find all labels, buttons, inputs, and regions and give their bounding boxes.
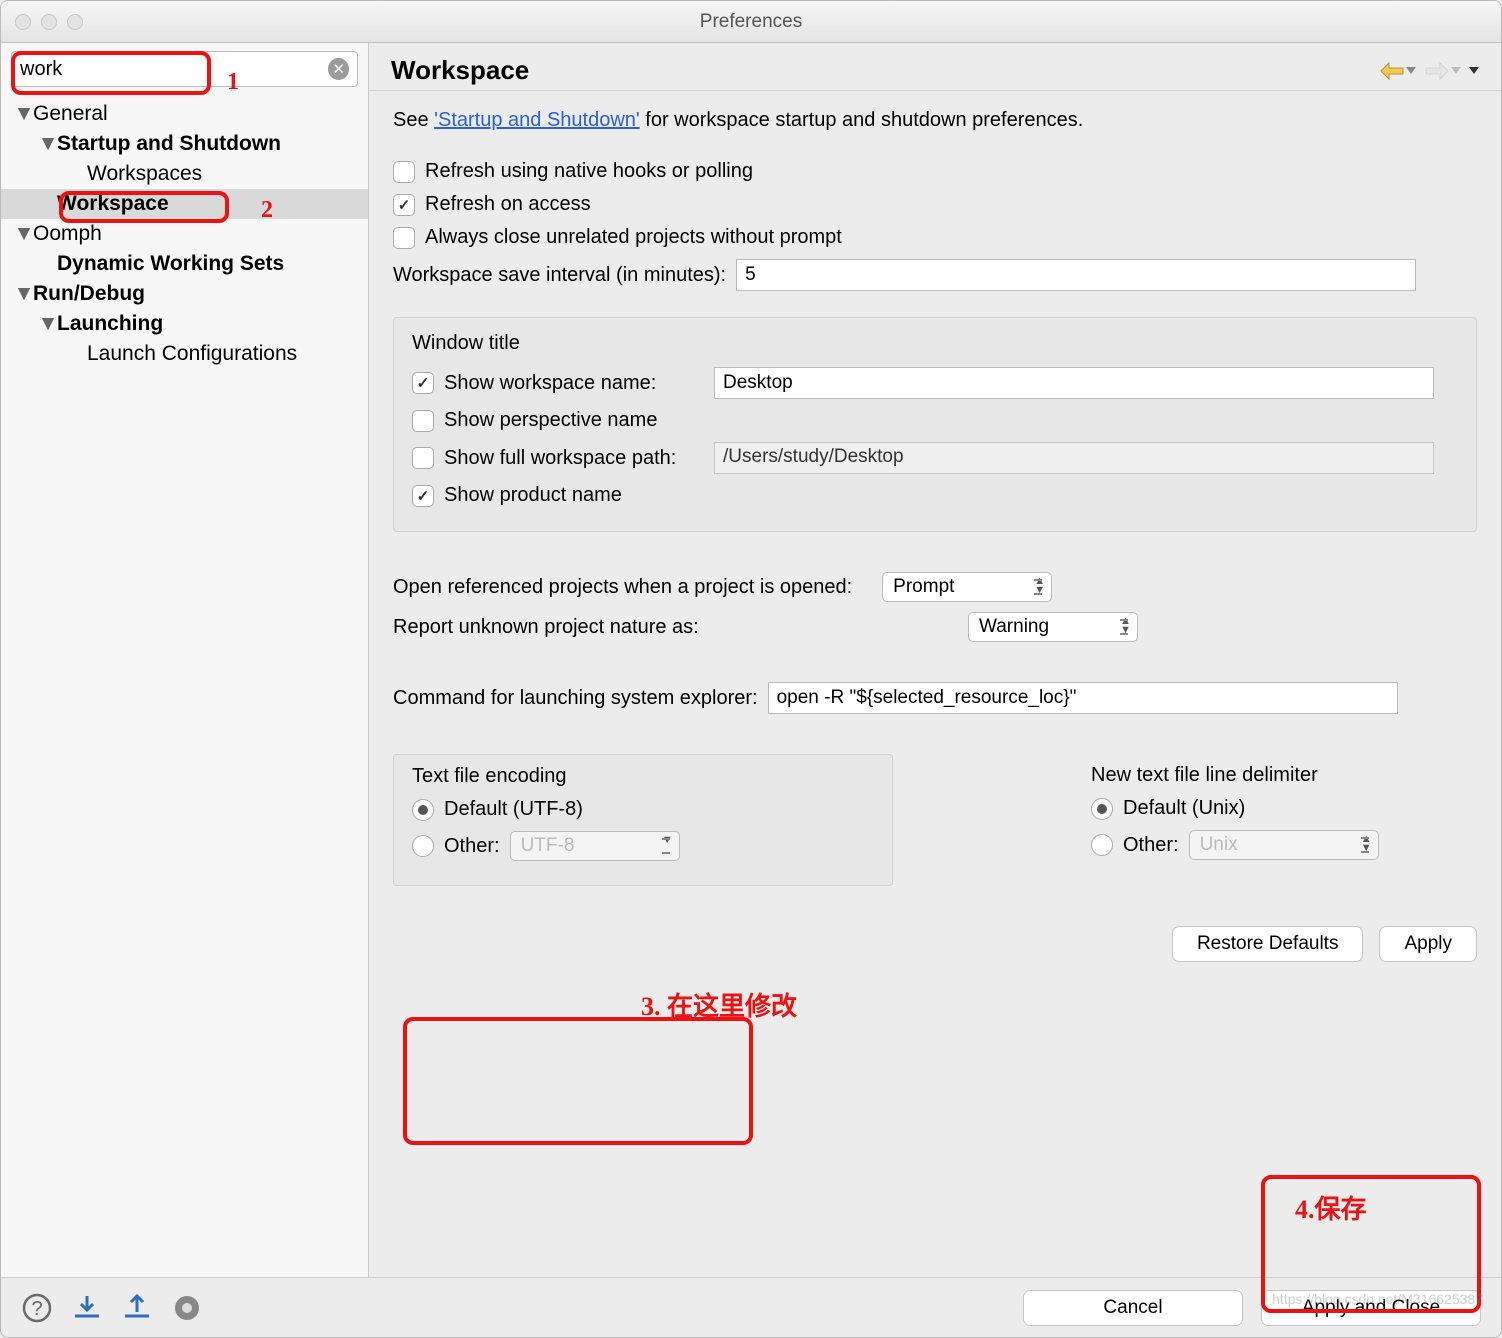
tree-item-dynamic-working-sets[interactable]: Dynamic Working Sets (1, 249, 368, 279)
report-unknown-label: Report unknown project nature as: (393, 616, 938, 639)
arrow-right-icon (1424, 61, 1450, 81)
show-product-name-checkbox[interactable] (412, 485, 434, 507)
show-workspace-name-checkbox[interactable] (412, 372, 434, 394)
view-menu-icon[interactable] (1469, 67, 1479, 74)
window-title-legend: Window title (412, 332, 1458, 355)
encoding-group: Text file encoding Default (UTF-8) Other… (393, 754, 893, 886)
close-unrelated-label: Always close unrelated projects without … (425, 226, 842, 249)
oomph-icon[interactable] (171, 1292, 203, 1324)
close-window-icon[interactable] (15, 14, 31, 30)
export-icon[interactable] (121, 1292, 153, 1324)
save-interval-label: Workspace save interval (in minutes): (393, 264, 726, 287)
tree-item-run-debug[interactable]: ▼ Run/Debug (1, 279, 368, 309)
updown-icon: ▲▼ (1120, 617, 1131, 635)
preferences-window: Preferences ✕ ▼ General ▼ Startup and Sh… (0, 0, 1502, 1338)
clear-search-icon[interactable]: ✕ (328, 58, 349, 80)
search-input[interactable] (20, 58, 328, 81)
tree-item-launching[interactable]: ▼ Launching (1, 309, 368, 339)
window-controls (15, 14, 83, 30)
dropdown-icon (1451, 67, 1461, 74)
delimiter-group: New text file line delimiter Default (Un… (1073, 754, 1493, 886)
page-title: Workspace (391, 55, 529, 86)
delimiter-default-label: Default (Unix) (1123, 797, 1245, 820)
show-product-name-label: Show product name (444, 484, 704, 507)
full-path-display: /Users/study/Desktop (714, 442, 1434, 474)
show-perspective-name-label: Show perspective name (444, 409, 704, 432)
refresh-access-label: Refresh on access (425, 193, 591, 216)
startup-shutdown-link[interactable]: 'Startup and Shutdown' (434, 109, 640, 131)
open-referenced-label: Open referenced projects when a project … (393, 576, 852, 599)
close-unrelated-checkbox[interactable] (393, 227, 415, 249)
chevron-down-icon: ▼ (39, 312, 57, 336)
search-container: ✕ (11, 51, 358, 87)
back-button[interactable] (1379, 61, 1416, 81)
content-pane: Workspace See 'Startup and Shutdown' for (369, 43, 1501, 1277)
delimiter-legend: New text file line delimiter (1091, 764, 1475, 787)
sidebar: ✕ ▼ General ▼ Startup and Shutdown Works… (1, 43, 369, 1277)
dropdown-icon (1406, 67, 1416, 74)
chevron-down-icon: ▼ (15, 222, 33, 246)
delimiter-default-radio[interactable] (1091, 798, 1113, 820)
arrow-left-icon (1379, 61, 1405, 81)
updown-icon: ▼ (662, 836, 673, 845)
encoding-other-radio[interactable] (412, 835, 434, 857)
encoding-legend: Text file encoding (412, 765, 874, 788)
tree-item-launch-configurations[interactable]: Launch Configurations (1, 339, 368, 369)
apply-button[interactable]: Apply (1379, 926, 1477, 962)
chevron-down-icon: ▼ (15, 102, 33, 126)
report-unknown-select[interactable]: Warning ▲▼ (968, 612, 1138, 642)
show-full-path-label: Show full workspace path: (444, 447, 704, 470)
refresh-access-checkbox[interactable] (393, 194, 415, 216)
zoom-window-icon[interactable] (67, 14, 83, 30)
show-workspace-name-label: Show workspace name: (444, 372, 704, 395)
encoding-default-label: Default (UTF-8) (444, 798, 583, 821)
workspace-name-input[interactable] (714, 367, 1434, 399)
titlebar: Preferences (1, 1, 1501, 43)
cancel-button[interactable]: Cancel (1023, 1290, 1243, 1326)
minimize-window-icon[interactable] (41, 14, 57, 30)
restore-defaults-button[interactable]: Restore Defaults (1172, 926, 1364, 962)
encoding-default-radio[interactable] (412, 799, 434, 821)
tree-item-general[interactable]: ▼ General (1, 99, 368, 129)
tree-item-oomph[interactable]: ▼ Oomph (1, 219, 368, 249)
nav-toolbar (1379, 61, 1479, 81)
tree-item-startup-shutdown[interactable]: ▼ Startup and Shutdown (1, 129, 368, 159)
forward-button[interactable] (1424, 61, 1461, 81)
updown-icon: ▲▼ (1361, 835, 1372, 853)
tree-item-workspace[interactable]: Workspace (1, 189, 368, 219)
launch-explorer-input[interactable] (768, 682, 1398, 714)
window-title-group: Window title Show workspace name: Show p… (393, 317, 1477, 532)
preferences-tree: ▼ General ▼ Startup and Shutdown Workspa… (1, 95, 368, 373)
chevron-down-icon: ▼ (39, 132, 57, 156)
delimiter-other-select[interactable]: Unix ▲▼ (1189, 830, 1379, 860)
svg-text:?: ? (31, 1298, 42, 1320)
show-full-path-checkbox[interactable] (412, 447, 434, 469)
updown-icon: ▲▼ (1034, 577, 1045, 595)
window-title: Preferences (1, 11, 1501, 33)
refresh-native-label: Refresh using native hooks or polling (425, 160, 753, 183)
open-referenced-select[interactable]: Prompt ▲▼ (882, 572, 1052, 602)
tree-item-workspaces[interactable]: Workspaces (1, 159, 368, 189)
help-icon[interactable]: ? (21, 1292, 53, 1324)
content-header: Workspace (369, 43, 1501, 91)
encoding-other-select[interactable]: UTF-8 ▼ (510, 831, 680, 861)
delimiter-other-label: Other: (1123, 834, 1179, 857)
footer: ? Cancel Apply and Close (1, 1277, 1501, 1337)
refresh-native-checkbox[interactable] (393, 161, 415, 183)
intro-text: See 'Startup and Shutdown' for workspace… (393, 109, 1477, 132)
launch-explorer-label: Command for launching system explorer: (393, 687, 758, 710)
encoding-other-label: Other: (444, 835, 500, 858)
import-icon[interactable] (71, 1292, 103, 1324)
save-interval-input[interactable] (736, 259, 1416, 291)
show-perspective-name-checkbox[interactable] (412, 410, 434, 432)
watermark: https://blog.csdn.net/M316625387 (1272, 1291, 1483, 1307)
chevron-down-icon: ▼ (15, 282, 33, 306)
delimiter-other-radio[interactable] (1091, 834, 1113, 856)
